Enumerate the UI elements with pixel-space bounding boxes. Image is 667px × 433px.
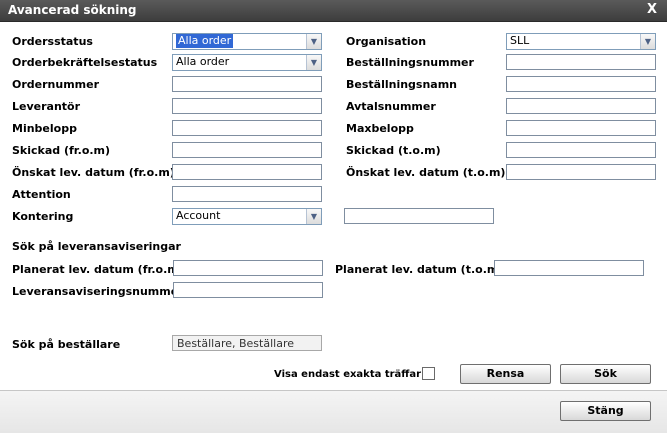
exact-match-checkbox[interactable]: [422, 367, 435, 380]
orderer-field[interactable]: Beställare, Beställare: [172, 335, 322, 351]
planerat-from-label: Planerat lev. datum (fr.o.m): [12, 263, 184, 276]
maxbelopp-label: Maxbelopp: [346, 122, 414, 135]
attention-field[interactable]: [172, 186, 322, 202]
minbelopp-field[interactable]: [172, 120, 322, 136]
orderbekraftelse-value: Alla order: [176, 55, 230, 68]
chevron-down-icon[interactable]: ▼: [306, 34, 321, 49]
ordersstatus-value: Alla order: [176, 34, 234, 48]
skickad-from-field[interactable]: [172, 142, 322, 158]
ordersstatus-select[interactable]: Alla order ▼: [172, 33, 322, 50]
aviseringsnummer-field[interactable]: [173, 282, 323, 298]
delivery-section-heading: Sök på leveransaviseringar: [12, 240, 181, 253]
exact-match-label: Visa endast exakta träffar: [274, 369, 422, 380]
kontering-value: Account: [176, 209, 221, 222]
dialog-titlebar: Avancerad sökning X: [0, 0, 667, 22]
planerat-tom-field[interactable]: [494, 260, 644, 276]
onskat-from-field[interactable]: [172, 164, 322, 180]
leverantor-label: Leverantör: [12, 100, 81, 113]
orderbekraftelse-label: Orderbekräftelsestatus: [12, 56, 158, 69]
clear-button[interactable]: Rensa: [460, 364, 551, 384]
dialog-footer: Stäng: [0, 390, 667, 433]
bestallningsnamn-label: Beställningsnamn: [346, 78, 458, 91]
search-button[interactable]: Sök: [560, 364, 651, 384]
orderer-label: Sök på beställare: [12, 338, 121, 351]
organisation-select[interactable]: SLL ▼: [506, 33, 656, 50]
chevron-down-icon[interactable]: ▼: [306, 209, 321, 224]
onskat-tom-label: Önskat lev. datum (t.o.m): [346, 166, 506, 179]
avtalsnummer-label: Avtalsnummer: [346, 100, 436, 113]
skickad-tom-label: Skickad (t.o.m): [346, 144, 441, 157]
onskat-tom-field[interactable]: [506, 164, 656, 180]
maxbelopp-field[interactable]: [506, 120, 656, 136]
kontering-select[interactable]: Account ▼: [172, 208, 322, 225]
organisation-label: Organisation: [346, 35, 427, 48]
ordernummer-field[interactable]: [172, 76, 322, 92]
bestallningsnummer-label: Beställningsnummer: [346, 56, 474, 69]
ordernummer-label: Ordernummer: [12, 78, 100, 91]
bestallningsnummer-field[interactable]: [506, 54, 656, 70]
leverantor-field[interactable]: [172, 98, 322, 114]
planerat-tom-label: Planerat lev. datum (t.o.m): [335, 263, 504, 276]
dialog-title: Avancerad sökning: [8, 3, 137, 17]
close-dialog-button[interactable]: Stäng: [560, 401, 651, 421]
onskat-from-label: Önskat lev. datum (fr.o.m): [12, 166, 175, 179]
ordersstatus-label: Ordersstatus: [12, 35, 93, 48]
organisation-value: SLL: [510, 34, 530, 47]
kontering-label: Kontering: [12, 210, 74, 223]
attention-label: Attention: [12, 188, 71, 201]
bestallningsnamn-field[interactable]: [506, 76, 656, 92]
aviseringsnummer-label: Leveransaviseringsnummer: [12, 285, 184, 298]
minbelopp-label: Minbelopp: [12, 122, 77, 135]
chevron-down-icon[interactable]: ▼: [640, 34, 655, 49]
avtalsnummer-field[interactable]: [506, 98, 656, 114]
close-icon[interactable]: X: [647, 2, 657, 17]
planerat-from-field[interactable]: [173, 260, 323, 276]
kontering-extra-field[interactable]: [344, 208, 494, 224]
skickad-tom-field[interactable]: [506, 142, 656, 158]
orderbekraftelse-select[interactable]: Alla order ▼: [172, 54, 322, 71]
skickad-from-label: Skickad (fr.o.m): [12, 144, 111, 157]
chevron-down-icon[interactable]: ▼: [306, 55, 321, 70]
